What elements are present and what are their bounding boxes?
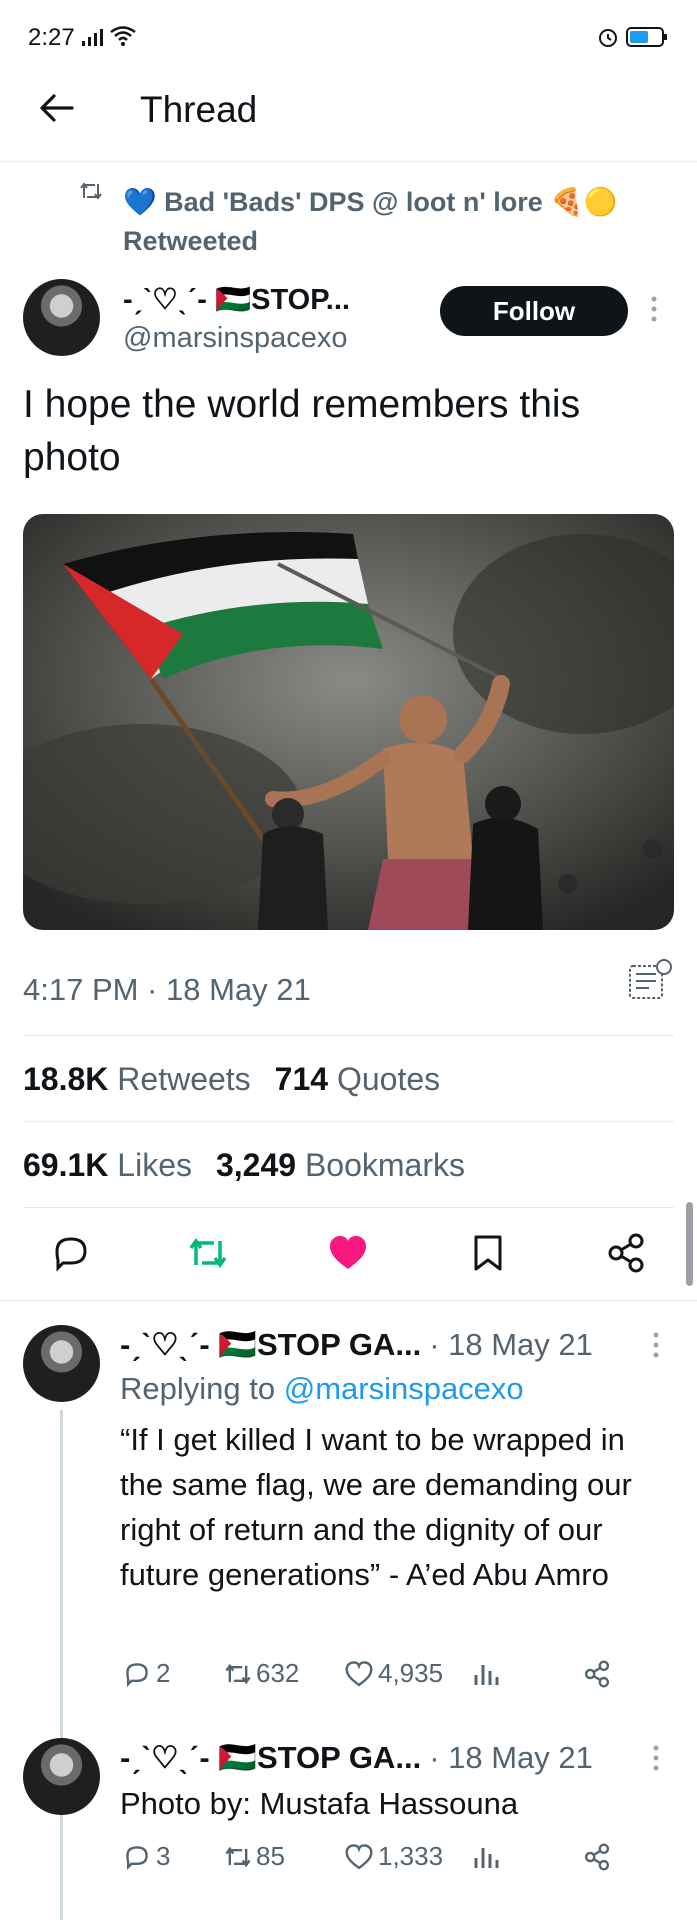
like-button[interactable] bbox=[326, 1231, 370, 1275]
reply-comment-button[interactable]: 2 bbox=[122, 1658, 222, 1689]
author-name[interactable]: -ˏˋ♡ˎˊ- 🇵🇸STOP... bbox=[123, 282, 350, 317]
share-button[interactable] bbox=[604, 1231, 648, 1275]
retweet-icon bbox=[78, 180, 104, 202]
reply-views-button[interactable] bbox=[472, 1659, 582, 1689]
reply-more-options-icon[interactable] bbox=[650, 1330, 662, 1360]
back-button[interactable] bbox=[36, 88, 76, 128]
retweet-icon bbox=[189, 1237, 227, 1269]
reply-share-button[interactable] bbox=[582, 1659, 612, 1689]
stats-row-1: 18.8K Retweets 714 Quotes bbox=[23, 1061, 440, 1098]
reply-share-button[interactable] bbox=[582, 1842, 612, 1872]
reply-button[interactable] bbox=[49, 1231, 93, 1275]
heart-filled-icon bbox=[330, 1236, 366, 1269]
replying-to-handle[interactable]: @marsinspacexo bbox=[284, 1371, 524, 1406]
stats-divider-3 bbox=[23, 1207, 674, 1208]
reply-like-button[interactable]: 4,935 bbox=[344, 1658, 472, 1689]
battery-icon bbox=[626, 26, 668, 48]
retweet-icon bbox=[225, 1846, 251, 1867]
tweet-text: I hope the world remembers this photo bbox=[23, 383, 581, 479]
reply-retweet-button[interactable]: 85 bbox=[222, 1841, 344, 1872]
reply-retweet-button[interactable]: 632 bbox=[222, 1658, 344, 1689]
action-divider bbox=[0, 1300, 697, 1301]
bookmark-button[interactable] bbox=[466, 1231, 510, 1275]
reply-actions: 2 632 4,935 bbox=[122, 1658, 612, 1689]
tweet-photo[interactable] bbox=[23, 514, 674, 930]
comment-icon bbox=[126, 1662, 148, 1687]
replying-to: Replying to @marsinspacexo bbox=[120, 1371, 524, 1406]
reply-author-name[interactable]: -ˏˋ♡ˎˊ- 🇵🇸STOP GA... bbox=[120, 1326, 421, 1363]
bookmarks-count[interactable]: 3,249 Bookmarks bbox=[216, 1147, 465, 1184]
reply-header: -ˏˋ♡ˎˊ- 🇵🇸STOP GA... · 18 May 21 bbox=[120, 1326, 593, 1363]
reply-views-button[interactable] bbox=[472, 1842, 582, 1872]
reply-avatar[interactable] bbox=[23, 1325, 100, 1402]
share-icon bbox=[584, 1843, 610, 1870]
tweet-timestamp: 4:17 PM · 18 May 21 bbox=[23, 972, 311, 1007]
analytics-icon bbox=[474, 1664, 499, 1685]
stats-row-2: 69.1K Likes 3,249 Bookmarks bbox=[23, 1147, 465, 1184]
reply-text: Photo by: Mustafa Hassouna bbox=[120, 1786, 519, 1821]
scrollbar[interactable] bbox=[686, 1202, 693, 1286]
quotes-count[interactable]: 714 Quotes bbox=[275, 1061, 440, 1098]
header-divider bbox=[0, 161, 697, 162]
reply-author-name[interactable]: -ˏˋ♡ˎˊ- 🇵🇸STOP GA... bbox=[120, 1739, 421, 1776]
status-bar: 2:27 bbox=[0, 0, 697, 70]
share-icon bbox=[584, 1660, 610, 1687]
likes-count[interactable]: 69.1K Likes bbox=[23, 1147, 192, 1184]
reply-avatar[interactable] bbox=[23, 1738, 100, 1815]
stats-divider-2 bbox=[23, 1121, 674, 1122]
signal-icon bbox=[82, 28, 104, 46]
follow-button[interactable]: Follow bbox=[440, 286, 628, 336]
heart-icon bbox=[345, 1843, 373, 1869]
stats-divider-1 bbox=[23, 1035, 674, 1036]
reply-like-button[interactable]: 1,333 bbox=[344, 1841, 472, 1872]
arrow-left-icon bbox=[40, 94, 74, 122]
share-icon bbox=[608, 1233, 644, 1273]
retweets-count[interactable]: 18.8K Retweets bbox=[23, 1061, 251, 1098]
wifi-icon bbox=[110, 26, 136, 46]
reply-comment-button[interactable]: 3 bbox=[122, 1841, 222, 1872]
reply-more-options-icon[interactable] bbox=[650, 1743, 662, 1773]
heart-icon bbox=[345, 1660, 373, 1686]
comment-icon bbox=[126, 1845, 148, 1870]
page-title: Thread bbox=[140, 89, 258, 130]
more-options-icon[interactable] bbox=[648, 293, 660, 325]
reply-header: -ˏˋ♡ˎˊ- 🇵🇸STOP GA... · 18 May 21 bbox=[120, 1739, 593, 1776]
reply-date: · 18 May 21 bbox=[429, 1326, 593, 1362]
bookmark-icon bbox=[474, 1235, 502, 1271]
retweeted-by-name[interactable]: 💙 Bad 'Bads' DPS @ loot n' lore 🍕🟡 bbox=[123, 186, 618, 218]
view-analytics-icon[interactable] bbox=[627, 958, 673, 1004]
avatar[interactable] bbox=[23, 279, 100, 356]
analytics-icon bbox=[474, 1847, 499, 1868]
retweet-button[interactable] bbox=[186, 1231, 230, 1275]
reply-text: “If I get killed I want to be wrapped in… bbox=[120, 1422, 632, 1592]
comment-icon bbox=[55, 1237, 87, 1272]
status-time: 2:27 bbox=[28, 24, 75, 51]
alarm-icon bbox=[597, 26, 619, 48]
thread-line bbox=[60, 1410, 63, 1920]
reply-date: · 18 May 21 bbox=[429, 1739, 593, 1775]
retweet-icon bbox=[225, 1663, 251, 1684]
reply-actions: 3 85 1,333 bbox=[122, 1841, 612, 1872]
retweeted-label: Retweeted bbox=[123, 226, 259, 256]
author-handle[interactable]: @marsinspacexo bbox=[123, 322, 347, 355]
